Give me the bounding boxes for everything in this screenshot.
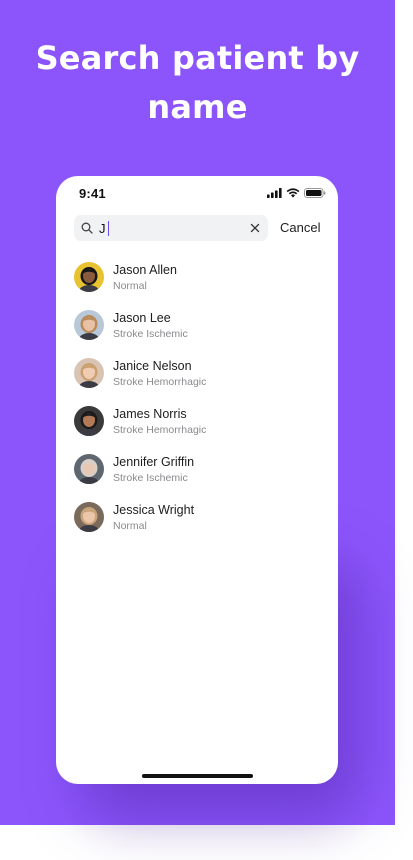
patient-list-item[interactable]: Jason Allen Normal (74, 262, 324, 310)
text-caret (108, 221, 110, 236)
patient-name: Janice Nelson (113, 359, 192, 373)
wifi-icon (286, 188, 300, 198)
search-bar (74, 215, 268, 241)
cancel-button[interactable]: Cancel (280, 220, 320, 235)
patient-status: Stroke Ischemic (113, 328, 188, 340)
patient-status: Stroke Ischemic (113, 472, 188, 484)
phone-screen: 9:41 Cancel (56, 176, 338, 784)
close-icon[interactable] (249, 222, 261, 234)
search-input[interactable] (99, 218, 239, 238)
patient-status: Normal (113, 520, 147, 532)
patient-status: Normal (113, 280, 147, 292)
patient-list-item[interactable]: Jason Lee Stroke Ischemic (74, 310, 324, 358)
patient-name: James Norris (113, 407, 187, 421)
home-indicator[interactable] (142, 774, 253, 778)
battery-icon (304, 188, 326, 198)
patient-name: Jason Lee (113, 311, 171, 325)
patient-list-item[interactable]: Jessica Wright Normal (74, 502, 324, 550)
status-icons (267, 188, 326, 198)
patient-status: Stroke Hemorrhagic (113, 376, 207, 388)
patient-list-item[interactable]: James Norris Stroke Hemorrhagic (74, 406, 324, 454)
avatar (74, 454, 104, 484)
status-time: 9:41 (79, 186, 106, 201)
patient-list-item[interactable]: Janice Nelson Stroke Hemorrhagic (74, 358, 324, 406)
avatar (74, 502, 104, 532)
patient-list: Jason Allen Normal Jason Lee Stroke Isch… (74, 262, 324, 550)
hero-title-line-2: name (147, 88, 248, 126)
patient-list-item[interactable]: Jennifer Griffin Stroke Ischemic (74, 454, 324, 502)
patient-name: Jennifer Griffin (113, 455, 195, 469)
cellular-signal-icon (267, 188, 282, 198)
patient-name: Jason Allen (113, 263, 177, 277)
patient-status: Stroke Hemorrhagic (113, 424, 207, 436)
search-icon (81, 222, 93, 234)
avatar (74, 358, 104, 388)
avatar (74, 406, 104, 436)
avatar (74, 262, 104, 292)
hero-title-line-1: Search patient by (35, 39, 360, 77)
patient-name: Jessica Wright (113, 503, 195, 517)
hero-title: Search patient by name (0, 34, 395, 132)
avatar (74, 310, 104, 340)
